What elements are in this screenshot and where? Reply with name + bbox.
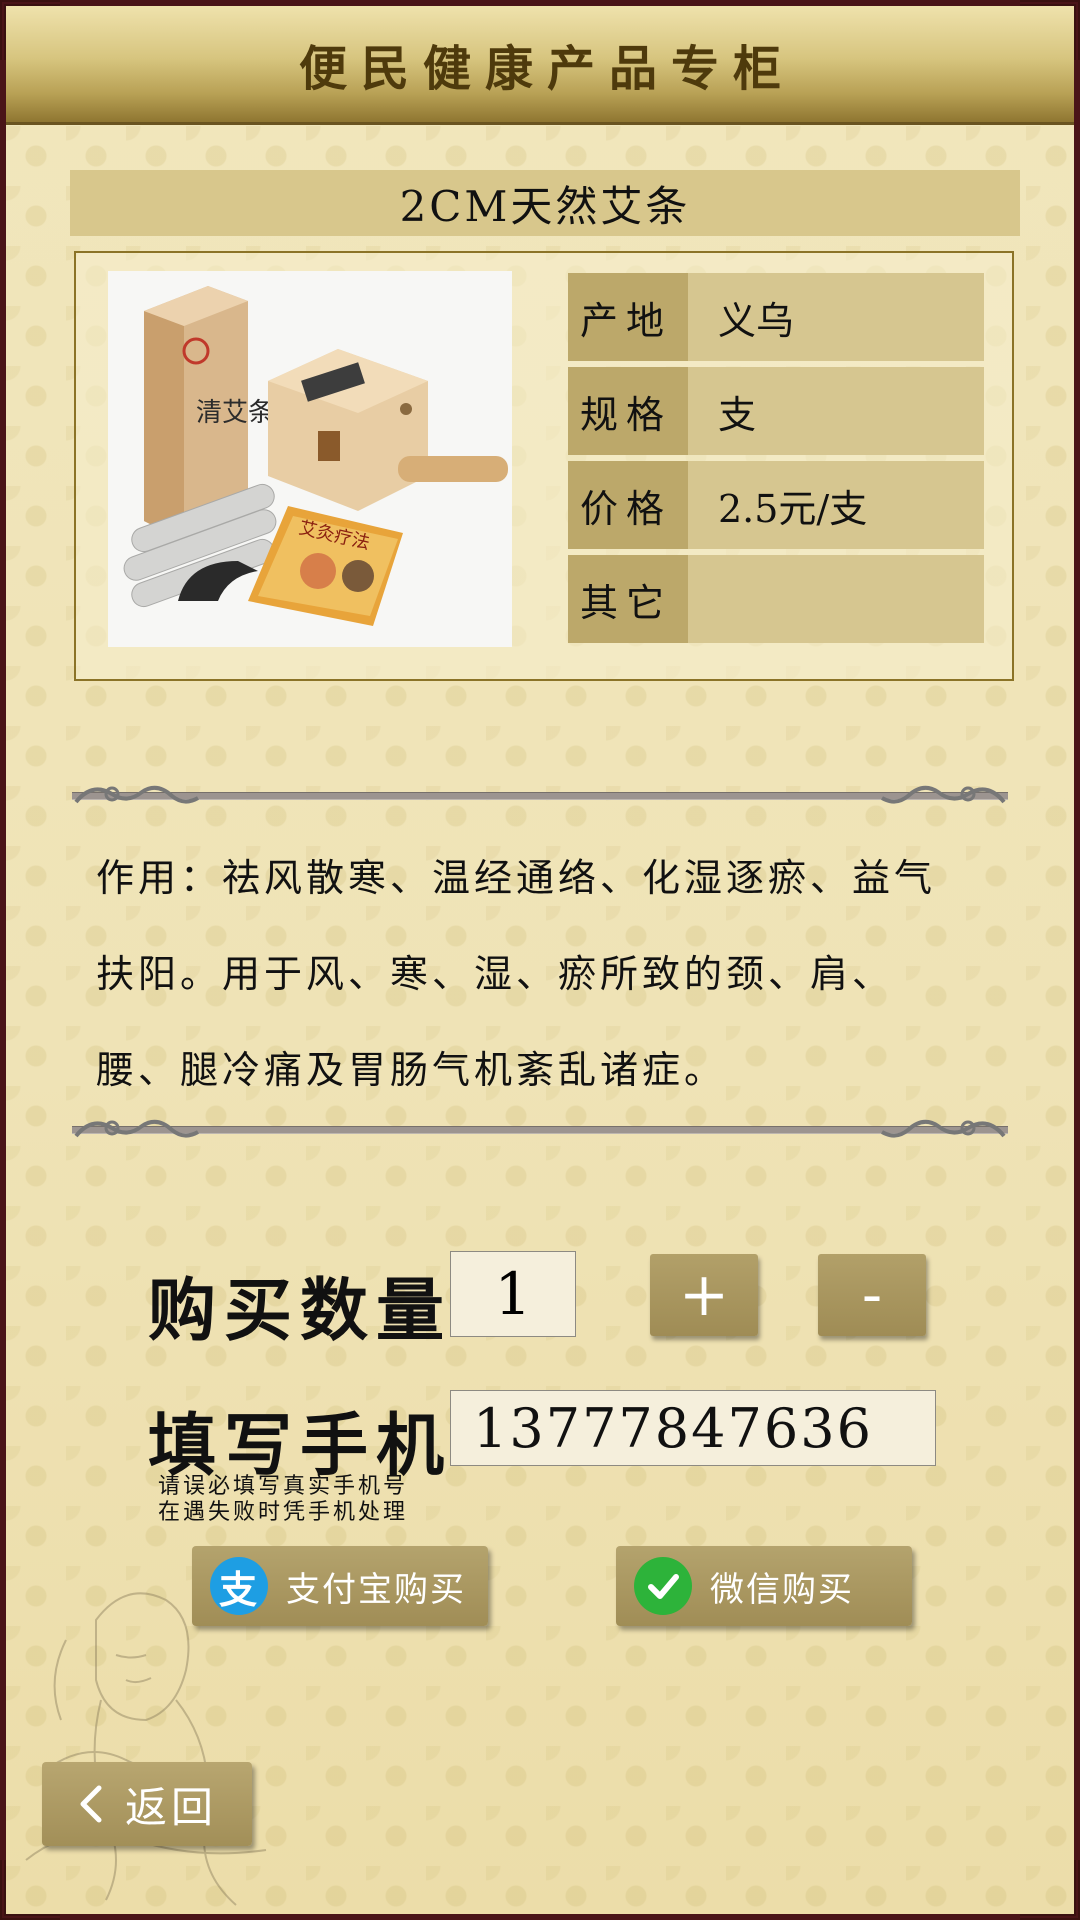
- corner-ornament: [1020, 0, 1080, 60]
- alipay-buy-button[interactable]: 支 支付宝购买: [192, 1546, 488, 1626]
- alipay-icon: 支: [210, 1557, 268, 1615]
- page-header: 便民健康产品专柜: [6, 6, 1074, 125]
- quantity-input[interactable]: 1: [450, 1251, 576, 1337]
- increase-quantity-button[interactable]: +: [650, 1254, 758, 1336]
- attribute-key: 价格: [568, 461, 688, 549]
- scroll-ornament: [74, 1119, 199, 1138]
- attribute-row-other: 其它: [568, 555, 984, 643]
- wechat-check-icon: [634, 1557, 692, 1615]
- attribute-row-spec: 规格 支: [568, 367, 984, 455]
- alipay-buy-label: 支付宝购买: [286, 1569, 466, 1610]
- page-title: 便民健康产品专柜: [298, 41, 795, 97]
- wechat-buy-label: 微信购买: [710, 1569, 854, 1610]
- product-title: 2CM天然艾条: [399, 181, 691, 231]
- attribute-table: 产地 义乌 规格 支 价格 2.5元/支 其它: [568, 273, 984, 649]
- app-screen: 便民健康产品专柜 2CM天然艾条 清艾条 艾灸疗法 产地 义乌 规格 支 价格 …: [0, 0, 1080, 1920]
- product-description: 作用：祛风散寒、温经通络、化湿逐瘀、益气扶阳。用于风、寒、湿、瘀所致的颈、肩、腰…: [96, 856, 937, 1092]
- attribute-key: 规格: [568, 367, 688, 455]
- product-box-label: 清艾条: [196, 398, 274, 428]
- scroll-ornament: [881, 1119, 1006, 1138]
- phone-hint: 请误必填写真实手机号 在遇失败时凭手机处理: [158, 1474, 408, 1526]
- attribute-key: 其它: [568, 555, 688, 643]
- attribute-key: 产地: [568, 273, 688, 361]
- phone-hint-line: 在遇失败时凭手机处理: [158, 1500, 409, 1525]
- corner-ornament: [1020, 1860, 1080, 1920]
- attribute-row-price: 价格 2.5元/支: [568, 461, 984, 549]
- back-button[interactable]: 返回: [42, 1762, 252, 1846]
- chevron-left-icon: [80, 1785, 102, 1823]
- wechat-buy-button[interactable]: 微信购买: [616, 1546, 912, 1626]
- phone-hint-line: 请误必填写真实手机号: [158, 1474, 409, 1499]
- corner-ornament: [0, 0, 60, 60]
- attribute-value: 2.5元/支: [688, 461, 984, 549]
- scroll-ornament: [881, 785, 1006, 804]
- attribute-value: 支: [688, 367, 984, 455]
- ornamental-divider: [72, 1110, 1008, 1152]
- scroll-ornament: [74, 785, 199, 804]
- phone-input[interactable]: 13777847636: [450, 1390, 936, 1466]
- attribute-value: 义乌: [688, 273, 984, 361]
- product-image: 清艾条 艾灸疗法: [108, 271, 512, 647]
- product-info-box: 清艾条 艾灸疗法 产地 义乌 规格 支 价格 2.5元/支 其它: [74, 251, 1014, 681]
- product-title-bar: 2CM天然艾条: [70, 170, 1020, 236]
- back-label: 返回: [124, 1782, 217, 1832]
- attribute-row-origin: 产地 义乌: [568, 273, 984, 361]
- decrease-quantity-button[interactable]: -: [818, 1254, 926, 1336]
- corner-ornament: [0, 1860, 60, 1920]
- ornamental-divider: [72, 776, 1008, 818]
- attribute-value: [688, 555, 984, 643]
- quantity-label: 购买数量: [148, 1271, 453, 1351]
